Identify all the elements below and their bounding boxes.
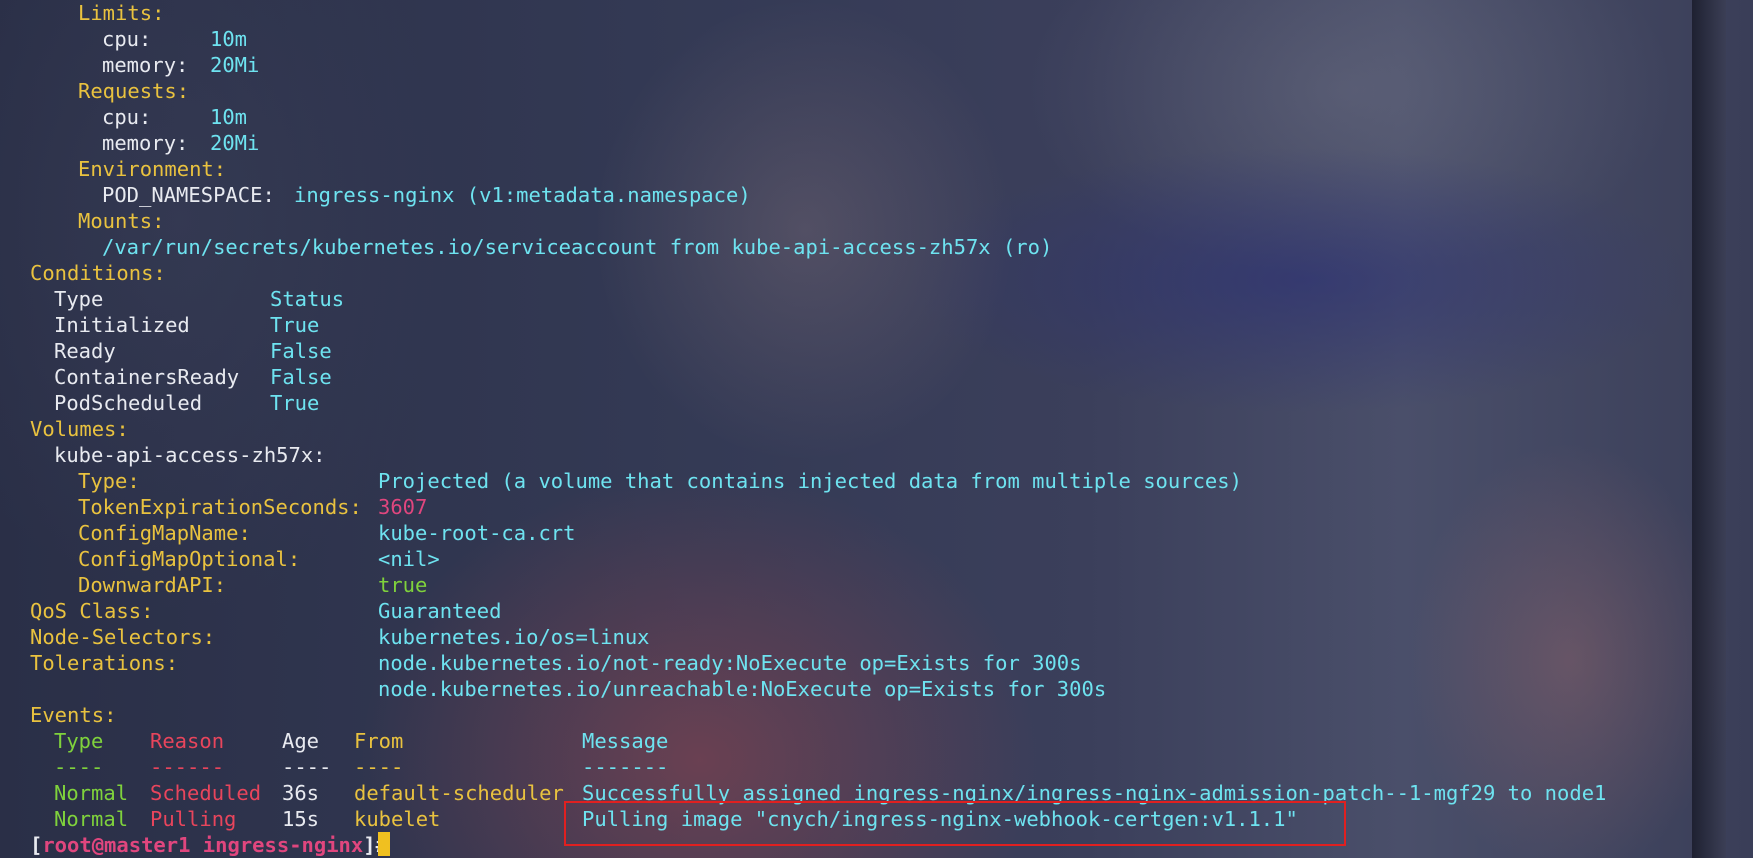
event-age: 15s — [282, 807, 320, 831]
qos-label: QoS Class: — [30, 599, 154, 623]
toleration-value: node.kubernetes.io/unreachable:NoExecute… — [378, 677, 1107, 701]
limits-memory-label: memory: — [102, 53, 189, 77]
events-heading-text: Events — [30, 703, 105, 727]
events-col-type: Type — [54, 729, 104, 753]
event-from: kubelet — [354, 807, 441, 831]
events-col-message: Message — [582, 729, 669, 753]
conditions-heading-text: Conditions — [30, 261, 154, 285]
toleration-value: node.kubernetes.io/not-ready:NoExecute o… — [378, 651, 1082, 675]
event-type: Normal — [54, 781, 129, 805]
prompt-directory: ingress-nginx — [202, 833, 364, 857]
requests-cpu-value: 10m — [210, 105, 248, 129]
prompt-user-host: root@master1 — [42, 833, 191, 857]
volumes-heading-text: Volumes — [30, 417, 117, 441]
prompt-open-bracket: [ — [30, 833, 43, 857]
mounts-heading-text: Mounts — [78, 209, 153, 233]
volume-cm-optional-label: ConfigMapOptional: — [78, 547, 301, 571]
requests-cpu-label: cpu: — [102, 105, 152, 129]
condition-status: False — [270, 339, 332, 363]
events-sep-age: ---- — [282, 755, 332, 779]
events-sep-reason: ------ — [150, 755, 225, 779]
environment-heading: Environment: — [78, 157, 227, 181]
events-col-age: Age — [282, 729, 320, 753]
volume-downward-value: true — [378, 573, 428, 597]
requests-memory-label: memory: — [102, 131, 189, 155]
event-reason: Scheduled — [150, 781, 262, 805]
volumes-heading: Volumes: — [30, 417, 129, 441]
events-heading: Events: — [30, 703, 117, 727]
condition-status: True — [270, 313, 320, 337]
requests-memory-value: 20Mi — [210, 131, 260, 155]
requests-heading: Requests: — [78, 79, 190, 103]
mounts-value: /var/run/secrets/kubernetes.io/serviceac… — [102, 235, 1053, 259]
limits-memory-value: 20Mi — [210, 53, 260, 77]
env-var-name: POD_NAMESPACE: — [102, 183, 275, 207]
limits-cpu-value: 10m — [210, 27, 248, 51]
limits-heading-text: Limits — [78, 1, 153, 25]
volume-type-label: Type: — [78, 469, 140, 493]
conditions-heading: Conditions: — [30, 261, 166, 285]
highlight-box — [564, 801, 1346, 846]
condition-type: ContainersReady — [54, 365, 240, 389]
event-age: 36s — [282, 781, 320, 805]
volume-token-value: 3607 — [378, 495, 428, 519]
events-sep-message: ------- — [582, 755, 669, 779]
condition-status: False — [270, 365, 332, 389]
mounts-heading: Mounts: — [78, 209, 165, 233]
condition-type: PodScheduled — [54, 391, 203, 415]
terminal-output[interactable]: Limits: cpu: 10m memory: 20Mi Requests: … — [0, 0, 1753, 858]
volume-type-value: Projected (a volume that contains inject… — [378, 469, 1242, 493]
event-type: Normal — [54, 807, 129, 831]
volume-token-label: TokenExpirationSeconds: — [78, 495, 362, 519]
events-col-from: From — [354, 729, 404, 753]
limits-cpu-label: cpu: — [102, 27, 152, 51]
node-selectors-label: Node-Selectors: — [30, 625, 216, 649]
conditions-col-type: Type — [54, 287, 104, 311]
event-from: default-scheduler — [354, 781, 564, 805]
tolerations-label: Tolerations: — [30, 651, 179, 675]
shell-prompt: [root@master1 ingress-nginx]# — [30, 832, 388, 858]
events-sep-type: ---- — [54, 755, 104, 779]
volume-name: kube-api-access-zh57x: — [54, 443, 326, 467]
volume-cm-optional-value: <nil> — [378, 547, 440, 571]
env-var-value: ingress-nginx (v1:metadata.namespace) — [294, 183, 751, 207]
volume-downward-label: DownwardAPI: — [78, 573, 227, 597]
environment-heading-text: Environment — [78, 157, 214, 181]
requests-heading-text: Requests — [78, 79, 177, 103]
limits-heading: Limits: — [78, 1, 165, 25]
node-selectors-value: kubernetes.io/os=linux — [378, 625, 650, 649]
condition-status: True — [270, 391, 320, 415]
events-sep-from: ---- — [354, 755, 404, 779]
qos-value: Guaranteed — [378, 599, 502, 623]
text-cursor[interactable] — [378, 832, 390, 856]
condition-type: Initialized — [54, 313, 190, 337]
events-col-reason: Reason — [150, 729, 225, 753]
condition-type: Ready — [54, 339, 116, 363]
volume-cm-name-label: ConfigMapName: — [78, 521, 251, 545]
conditions-col-status: Status — [270, 287, 345, 311]
event-reason: Pulling — [150, 807, 237, 831]
volume-cm-name-value: kube-root-ca.crt — [378, 521, 576, 545]
